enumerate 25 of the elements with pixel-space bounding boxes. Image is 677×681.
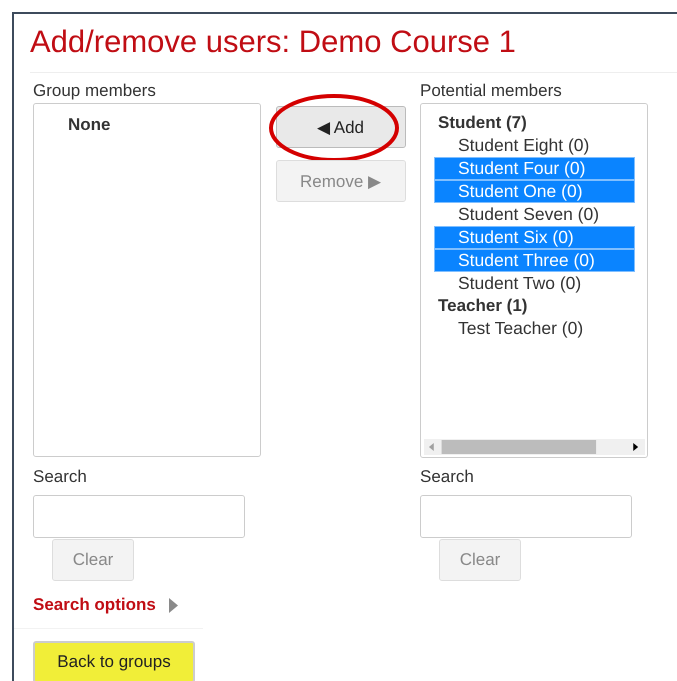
expand-icon[interactable] <box>168 598 178 612</box>
member-option[interactable]: Student Seven (0) <box>421 203 634 226</box>
back-to-groups-button[interactable]: Back to groups <box>33 641 195 681</box>
member-option[interactable]: Student Two (0) <box>421 272 634 295</box>
action-button[interactable]: ◀ Add <box>276 106 406 148</box>
member-option[interactable]: Student Four (0) <box>434 157 635 180</box>
group-heading: None <box>67 114 112 136</box>
search-label: Search <box>420 466 474 488</box>
member-option[interactable]: Student Eight (0) <box>421 134 634 157</box>
list-label: Group members <box>33 80 157 102</box>
search-options-link[interactable]: Search options <box>33 595 156 615</box>
potential-members-list[interactable]: Student (7) Student Eight (0) Student Four (0) Student One (0) Student Seven (0) Student Six (0) Student Three (0) Student Two (0) Teacher (1) Test Teacher (0) <box>420 103 648 458</box>
group-members-list[interactable]: None <box>33 103 261 457</box>
member-option[interactable]: Student Six (0) <box>434 226 635 249</box>
search-label: Search <box>33 466 87 488</box>
group-heading: Teacher (1) <box>437 295 528 317</box>
member-option[interactable]: Test Teacher (0) <box>421 317 634 340</box>
search-field[interactable] <box>33 495 245 538</box>
search-field[interactable] <box>420 495 632 538</box>
page-title: Add/remove users: Demo Course 1 <box>30 22 677 73</box>
horizontal-scrollbar[interactable] <box>424 439 645 455</box>
list-label: Potential members <box>420 80 563 102</box>
member-option[interactable]: Student Three (0) <box>434 249 635 272</box>
member-option[interactable]: Student One (0) <box>434 180 635 203</box>
group-heading: Student (7) <box>437 112 528 134</box>
